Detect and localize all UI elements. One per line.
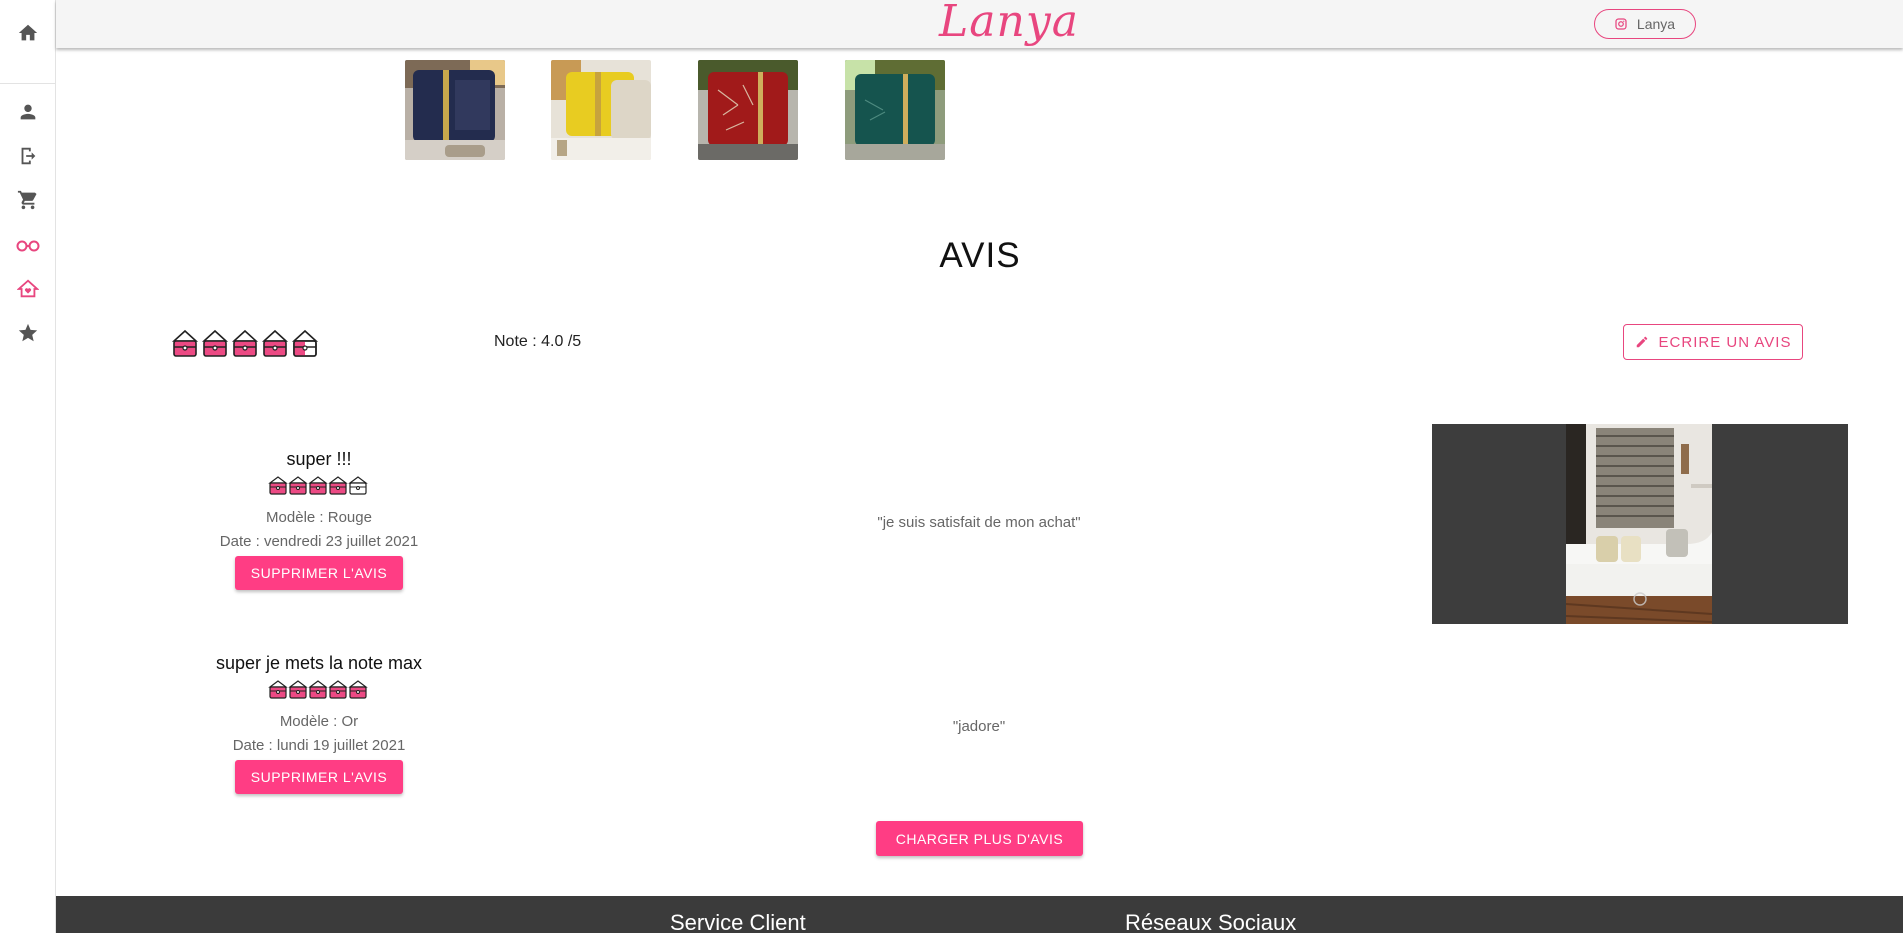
review-title: super je mets la note max [215, 653, 423, 673]
instagram-icon [1615, 18, 1627, 30]
user-icon[interactable] [14, 98, 42, 126]
sidebar [0, 0, 56, 933]
home-icon[interactable] [14, 19, 42, 47]
house-heart-icon[interactable] [14, 275, 42, 303]
overall-rating [171, 327, 323, 359]
logout-icon[interactable] [14, 142, 42, 170]
footer-social-heading: Réseaux Sociaux [1125, 910, 1297, 935]
write-review-button[interactable]: ECRIRE UN AVIS [1623, 324, 1803, 360]
review-text: "je suis satisfait de mon achat" [877, 514, 1081, 531]
product-thumbnail-yellow[interactable] [551, 60, 651, 160]
glasses-icon[interactable] [14, 231, 42, 259]
review-date: Date : lundi 19 juillet 2021 [232, 737, 406, 754]
average-note: Note : 4.0 /5 [494, 333, 582, 350]
product-thumbnail-navy[interactable] [405, 60, 505, 160]
sidebar-divider [0, 83, 55, 84]
top-header: Lanya Lanya [56, 0, 1903, 48]
reviews-title: AVIS [939, 236, 1021, 275]
delete-review-button[interactable]: SUPPRIMER L'AVIS [234, 556, 404, 590]
review-text: "jadore" [952, 718, 1006, 735]
write-review-label: ECRIRE UN AVIS [1658, 333, 1792, 351]
review-title: super !!! [286, 449, 352, 469]
review-item: super je mets la note max Modèle : Or Da… [159, 653, 479, 794]
footer-service-client-heading: Service Client [670, 910, 806, 935]
bag-rating-icons [171, 329, 319, 357]
footer: Service Client Réseaux Sociaux [56, 896, 1903, 935]
review-model: Modèle : Rouge [266, 509, 372, 526]
review-rating [159, 678, 479, 700]
delete-review-button[interactable]: SUPPRIMER L'AVIS [234, 760, 404, 794]
review-item: super !!! Modèle : Rouge Date : vendredi… [159, 449, 479, 590]
review-photo-carousel[interactable] [1432, 424, 1848, 624]
brand-logo[interactable]: Lanya [924, 0, 1094, 47]
cart-icon[interactable] [14, 186, 42, 214]
review-rating [159, 474, 479, 496]
pencil-icon [1636, 336, 1647, 348]
instagram-button[interactable]: Lanya [1594, 9, 1696, 39]
bag-rating-icons [268, 476, 368, 495]
bag-rating-icons [269, 680, 367, 699]
review-date: Date : vendredi 23 juillet 2021 [219, 533, 419, 550]
instagram-label: Lanya [1636, 16, 1676, 32]
product-thumbnail-red[interactable] [698, 60, 798, 160]
star-icon[interactable] [14, 319, 42, 347]
review-model: Modèle : Or [279, 713, 359, 730]
load-more-reviews-button[interactable]: CHARGER PLUS D'AVIS [876, 821, 1083, 856]
product-thumbnail-green[interactable] [845, 60, 945, 160]
review-photo [1566, 424, 1712, 624]
